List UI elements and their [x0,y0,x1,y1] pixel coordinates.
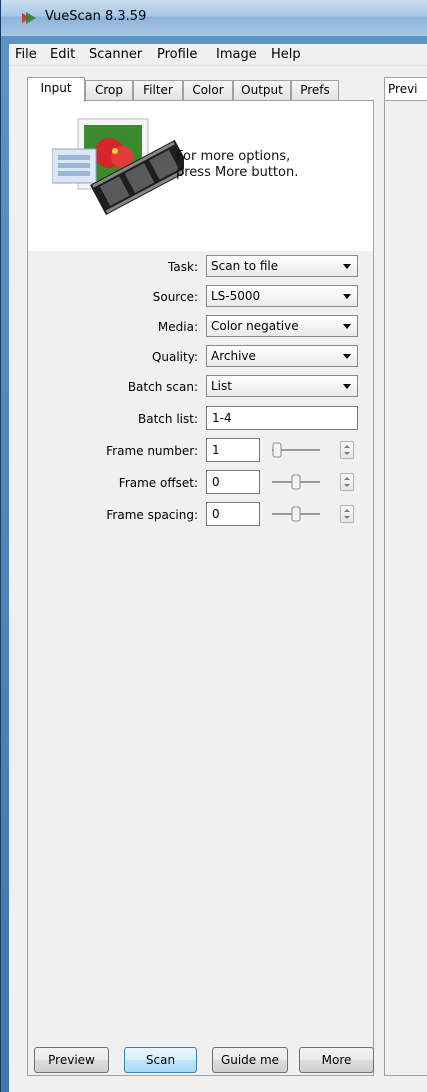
menu-scanner[interactable]: Scanner [87,46,144,63]
preview-panel [384,100,427,1076]
frame-offset-slider[interactable] [270,474,322,490]
menu-bar: File Edit Scanner Profile Image Help [9,44,427,66]
spin-arrows-icon [344,477,350,487]
frame-offset-input[interactable]: 0 [206,470,260,494]
menu-file[interactable]: File [13,46,39,63]
menu-help[interactable]: Help [269,46,303,63]
batch-list-label: Batch list: [138,412,198,426]
spin-arrows-icon [344,445,350,455]
guide-me-button[interactable]: Guide me [212,1047,288,1073]
menu-profile[interactable]: Profile [155,46,199,63]
chevron-down-icon [343,264,351,269]
frame-number-slider[interactable] [270,442,322,458]
window-title: VueScan 8.3.59 [45,9,147,24]
tab-input[interactable]: Input [27,77,85,102]
batch-scan-label: Batch scan: [127,380,198,394]
batch-scan-dropdown[interactable]: List [206,375,358,397]
tab-preview[interactable]: Previ [384,77,427,101]
task-dropdown[interactable]: Scan to file [206,255,358,277]
frame-number-spinner[interactable] [340,441,354,459]
chevron-down-icon [343,294,351,299]
preview-button[interactable]: Preview [34,1047,109,1073]
app-window: VueScan 8.3.59 File Edit Scanner Profile… [0,0,427,1092]
chevron-down-icon [343,324,351,329]
tab-output[interactable]: Output [233,80,291,101]
menu-edit[interactable]: Edit [48,46,77,63]
tab-crop[interactable]: Crop [85,80,133,101]
settings-tabs: Input Crop Filter Color Output Prefs [27,77,357,102]
tab-color[interactable]: Color [183,80,233,101]
source-label: Source: [152,290,198,304]
menu-image[interactable]: Image [214,46,259,63]
more-options-hint: For more options, press More button. [176,149,299,180]
title-bar[interactable]: VueScan 8.3.59 [1,0,427,36]
frame-offset-label: Frame offset: [118,476,198,490]
quality-dropdown[interactable]: Archive [206,345,358,367]
frame-spacing-input[interactable]: 0 [206,502,260,526]
tab-filter[interactable]: Filter [133,80,183,101]
quality-label: Quality: [151,350,198,364]
client-area: File Edit Scanner Profile Image Help Inp… [9,44,427,1092]
spin-arrows-icon [344,509,350,519]
frame-offset-spinner[interactable] [340,473,354,491]
batch-list-input[interactable]: 1-4 [206,406,358,430]
task-label: Task: [168,260,198,274]
source-dropdown[interactable]: LS-5000 [206,285,358,307]
scan-button[interactable]: Scan [124,1047,197,1073]
tab-prefs[interactable]: Prefs [291,80,339,101]
more-button[interactable]: More [299,1047,374,1073]
chevron-down-icon [343,384,351,389]
media-dropdown[interactable]: Color negative [206,315,358,337]
vuescan-app-icon[interactable] [21,10,37,26]
chevron-down-icon [343,354,351,359]
frame-number-input[interactable]: 1 [206,438,260,462]
frame-number-label: Frame number: [106,444,198,458]
scanner-illustration-icon [52,118,184,216]
frame-spacing-label: Frame spacing: [106,508,198,522]
input-panel: For more options, press More button. Tas… [27,100,374,1076]
frame-spacing-slider[interactable] [270,506,322,522]
media-label: Media: [157,320,198,334]
frame-spacing-spinner[interactable] [340,505,354,523]
